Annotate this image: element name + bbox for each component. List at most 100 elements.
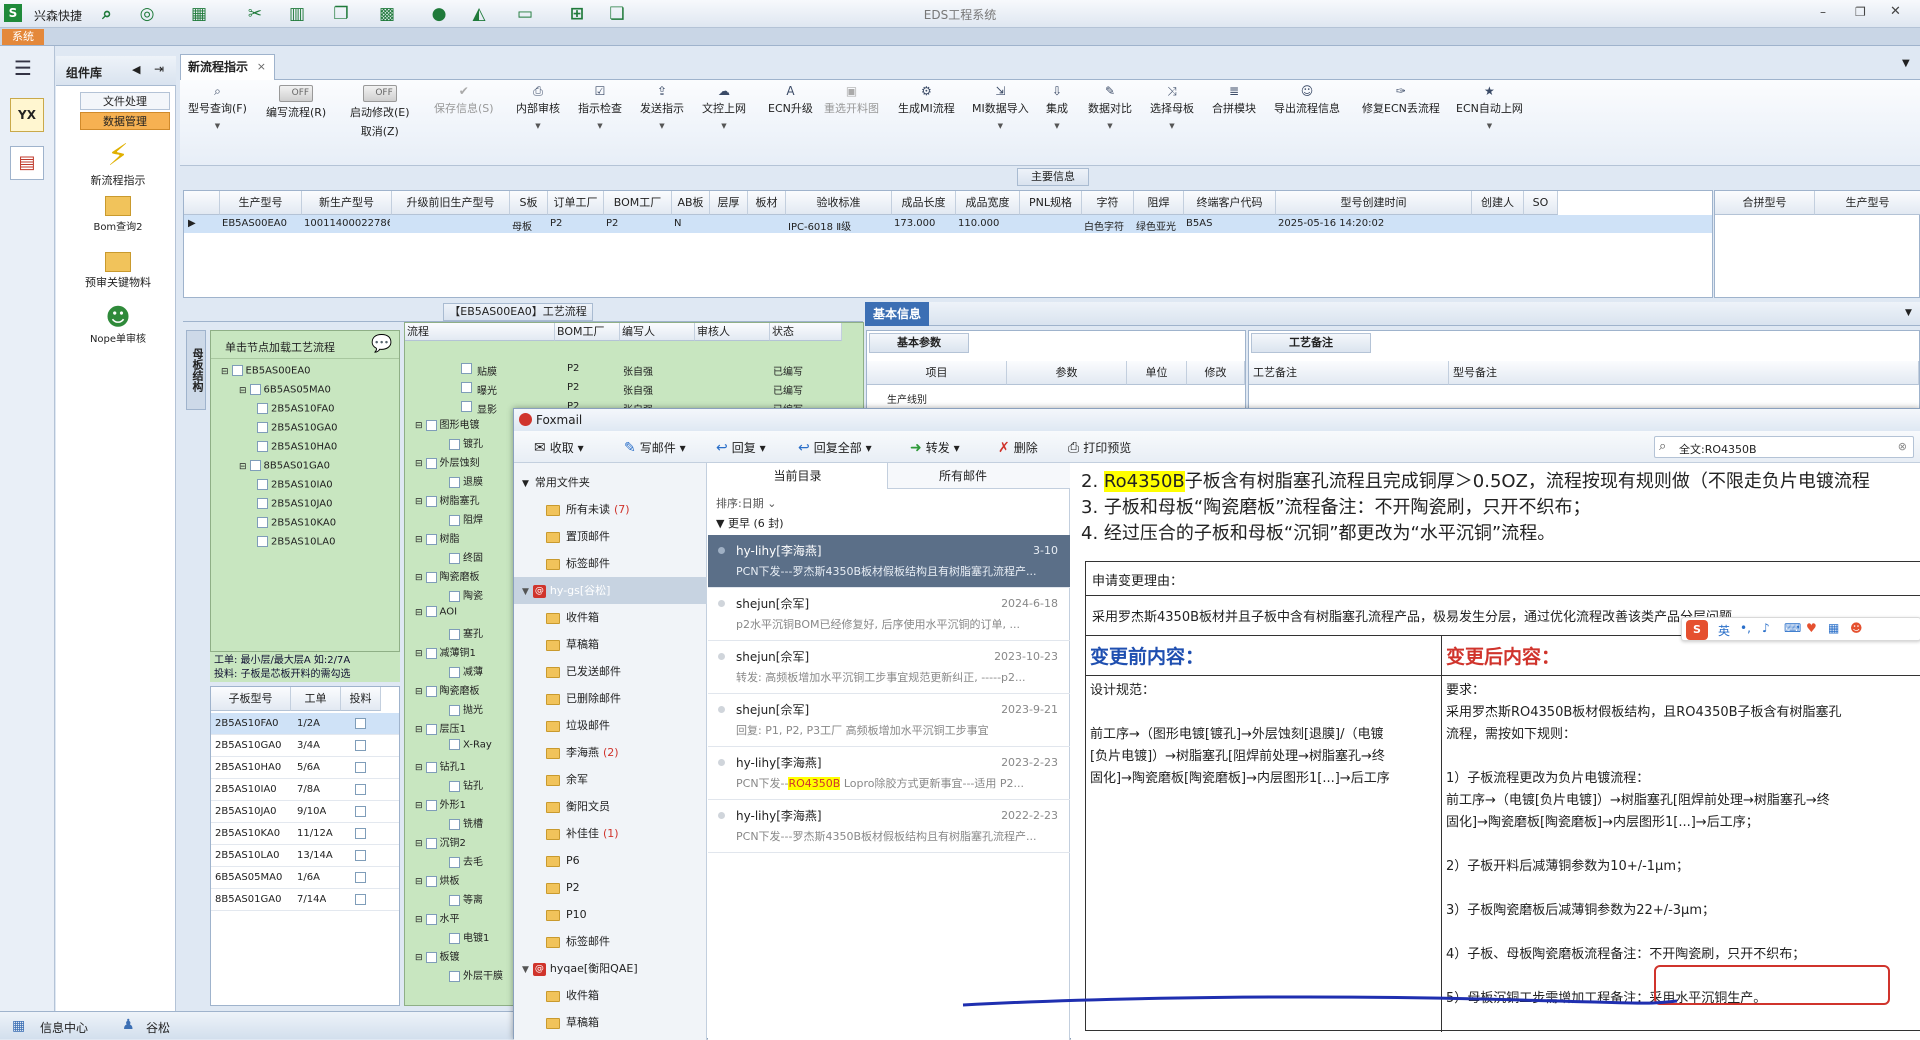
print-preview-button[interactable]: ⎙ 打印预览 — [1068, 439, 1131, 456]
flow-tree-node[interactable]: 塞孔 — [449, 625, 483, 640]
folder-item[interactable]: 余军 — [514, 766, 707, 793]
flow-tree-node[interactable]: 减薄 — [449, 663, 483, 678]
node-checkbox[interactable] — [425, 951, 437, 963]
generate-mi-flow-button[interactable]: ⚙ 生成MI流程 — [898, 84, 955, 116]
folder-item[interactable]: 已删除邮件 — [514, 685, 707, 712]
tree-node[interactable]: 2B5AS10GA0 — [257, 422, 337, 434]
node-checkbox[interactable] — [449, 476, 460, 488]
folder-item[interactable]: P2 — [514, 874, 707, 901]
checkbox[interactable] — [249, 384, 261, 395]
flow-tree-node[interactable]: 铣槽 — [449, 815, 483, 830]
flow-tree-node[interactable]: ⊟ 外形1 — [415, 796, 466, 811]
table-row[interactable]: 2B5AS10LA0 13/14A — [211, 845, 399, 867]
expand-icon[interactable]: ⊟ — [415, 763, 423, 773]
mail-item[interactable]: shejun[佘军] 2023-9-21 回复: P1, P2, P3工厂 高频板增… — [708, 694, 1070, 747]
write-flow-button[interactable]: OFF 编写流程(R) — [266, 84, 326, 120]
flow-tree-node[interactable]: 镀孔 — [449, 435, 483, 450]
feed-checkbox[interactable] — [355, 828, 366, 839]
feed-checkbox[interactable] — [355, 718, 366, 729]
integrate-button[interactable]: ⇩ 集成 ▼ — [1046, 84, 1068, 130]
table-row[interactable]: 2B5AS10FA0 1/2A — [211, 713, 399, 735]
node-checkbox[interactable] — [425, 495, 437, 507]
send-instructions-button[interactable]: ⇪ 发送指示 ▼ — [640, 84, 684, 130]
tree-node[interactable]: ⊟ EB5AS00EA0 — [221, 365, 311, 377]
node-checkbox[interactable] — [425, 761, 437, 773]
pin-icon[interactable]: ⇥ — [154, 62, 164, 76]
flow-tree-node[interactable]: 终固 — [449, 549, 483, 564]
folder-item[interactable]: 标签邮件 — [514, 550, 707, 577]
node-checkbox[interactable] — [449, 780, 460, 792]
node-checkbox[interactable] — [449, 590, 460, 602]
expand-icon[interactable]: ⊟ — [415, 915, 423, 925]
node-checkbox[interactable] — [425, 875, 437, 887]
tree-node[interactable]: 2B5AS10IA0 — [257, 479, 333, 491]
checkbox[interactable] — [231, 365, 243, 376]
tab-all-mail[interactable]: 所有邮件 — [888, 463, 1038, 489]
folder-item[interactable]: P6 — [514, 847, 707, 874]
mail-item[interactable]: shejun[佘军] 2023-10-23 转发: 高频板增加水平沉铜工步事宜规范更… — [708, 641, 1070, 694]
table-row[interactable]: 2B5AS10JA0 9/10A — [211, 801, 399, 823]
menu-icon[interactable]: ☰ — [14, 56, 32, 80]
node-checkbox[interactable] — [425, 457, 437, 469]
flow-tree-node[interactable]: 去毛 — [449, 853, 483, 868]
tree-node[interactable]: ⊟ 6B5AS05MA0 — [239, 384, 331, 396]
folder-item[interactable]: 垃圾邮件 — [514, 712, 707, 739]
reselect-layout-button[interactable]: ▣ 重选开料图 — [824, 84, 879, 116]
table-row[interactable]: 贴膜 P2 张自强 已编写 — [405, 359, 863, 378]
flow-tree-node[interactable]: ⊟ 陶瓷磨板 — [415, 568, 480, 583]
search-box[interactable]: ⌕ 全文:RO4350B ⊗ — [1654, 436, 1914, 458]
flow-tree-node[interactable]: ⊟ AOI — [415, 606, 457, 618]
checkbox[interactable] — [257, 441, 268, 452]
minimize-button[interactable]: – — [1820, 5, 1826, 19]
folder-item[interactable]: 衡阳文员 — [514, 793, 707, 820]
group-header[interactable]: ▼ 更早 (6 封) — [716, 515, 784, 531]
node-checkbox[interactable] — [425, 419, 437, 431]
node-checkbox[interactable] — [449, 514, 460, 526]
mother-board-structure-tab[interactable]: 母板结构 — [186, 330, 206, 410]
select-mother-board-button[interactable]: ⤨ 选择母板 ▼ — [1150, 84, 1194, 130]
node-checkbox[interactable] — [449, 704, 460, 716]
node-checkbox[interactable] — [461, 363, 472, 374]
expand-icon[interactable]: ⊟ — [415, 953, 423, 963]
node-checkbox[interactable] — [449, 970, 460, 982]
expand-icon[interactable]: ⊟ — [239, 386, 247, 396]
tab-new-flow[interactable]: 新流程指示 × — [180, 54, 276, 80]
flow-tree-node[interactable]: 电镀1 — [449, 929, 489, 944]
ime-toolbar[interactable]: S 英 •, ♪ ⌨ ♥ ▦ ☻ — [1681, 617, 1920, 641]
reply-button[interactable]: ↩ 回复 ▾ — [716, 439, 766, 456]
restore-button[interactable]: ❐ — [1855, 5, 1866, 19]
expand-icon[interactable]: ⊟ — [415, 608, 423, 618]
lib-item-new-flow[interactable]: ⚡ 新流程指示 — [68, 140, 168, 188]
flow-tree-node[interactable]: 等离 — [449, 891, 483, 906]
flow-tree-node[interactable]: 退膜 — [449, 473, 483, 488]
lib-item-key-material[interactable]: 预审关键物料 — [68, 252, 168, 290]
start-modify-button[interactable]: OFF 启动修改(E) 取消(Z) — [350, 84, 410, 139]
folder-item[interactable]: 收件箱 — [514, 982, 707, 1009]
tab-craft-notes[interactable]: 工艺备注 — [1251, 333, 1371, 353]
mail-item[interactable]: hy-lihy[李海燕] 2022-2-23 PCN下发---罗杰斯4350B板材假… — [708, 800, 1070, 853]
delete-button[interactable]: ✗ 删除 — [998, 439, 1038, 456]
node-checkbox[interactable] — [461, 401, 472, 412]
expand-icon[interactable]: ⊟ — [415, 801, 423, 811]
account-header[interactable]: ▼ @ hyqae[衡阳QAE] — [514, 955, 707, 982]
feed-checkbox[interactable] — [355, 784, 366, 795]
feed-checkbox[interactable] — [355, 850, 366, 861]
checkbox[interactable] — [257, 422, 268, 433]
expand-icon[interactable]: ⊟ — [415, 649, 423, 659]
tab-current-folder[interactable]: 当前目录 — [708, 463, 888, 489]
node-checkbox[interactable] — [449, 856, 460, 868]
node-checkbox[interactable] — [449, 818, 460, 830]
checkbox[interactable] — [257, 536, 268, 547]
lib-item-bom-query[interactable]: Bom查询2 — [68, 196, 168, 233]
tab-file-processing[interactable]: 文件处理 — [80, 92, 170, 110]
dropdown-icon[interactable]: ▼ — [1905, 308, 1912, 318]
table-row[interactable]: 8B5AS01GA0 7/14A — [211, 889, 399, 911]
flow-tree-node[interactable]: ⊟ 外层蚀刻 — [415, 454, 480, 469]
feed-checkbox[interactable] — [355, 894, 366, 905]
system-menu-button[interactable]: 系统 — [2, 29, 44, 45]
folder-item[interactable]: 补佳佳 (1) — [514, 820, 707, 847]
flow-tree-node[interactable]: ⊟ 树脂 — [415, 530, 460, 545]
speech-bubble-icon[interactable]: 💬 — [371, 334, 392, 354]
node-checkbox[interactable] — [449, 894, 460, 906]
folder-item[interactable]: 已发送邮件 — [514, 658, 707, 685]
